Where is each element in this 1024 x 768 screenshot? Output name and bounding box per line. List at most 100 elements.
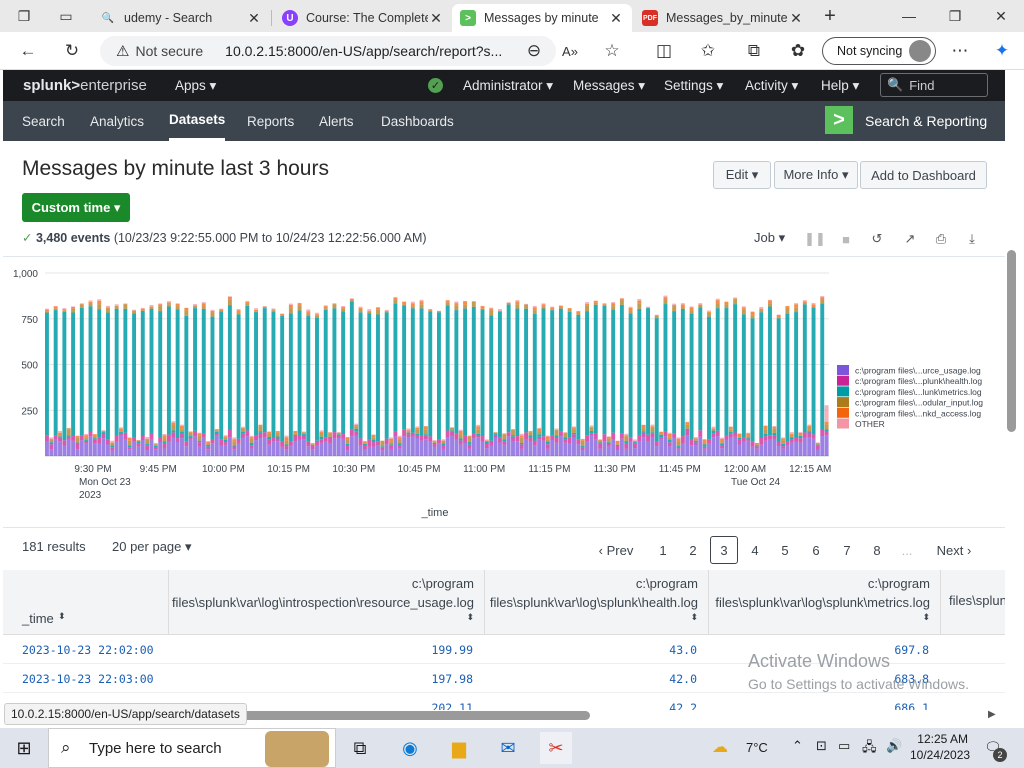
minimize-icon[interactable]: —	[886, 0, 932, 32]
sync-button[interactable]: Not syncing	[822, 37, 936, 65]
next-page-button[interactable]: Next ›	[931, 536, 977, 564]
job-menu[interactable]: Job ▾	[754, 230, 785, 246]
page-button[interactable]: 8	[863, 536, 891, 564]
extensions-icon[interactable]: ✿	[784, 38, 812, 64]
chart-bar-segment	[741, 314, 746, 438]
tab-actions-icon[interactable]: ▭	[46, 0, 86, 32]
page-button[interactable]: 6	[802, 536, 830, 564]
nav-dashboards[interactable]: Dashboards	[381, 101, 454, 141]
taskbar-search[interactable]: ⌕ Type here to search	[48, 728, 336, 768]
zoom-icon[interactable]: ⊖	[520, 38, 548, 64]
page-button[interactable]: 2	[679, 536, 707, 564]
browser-tab-udemy-search[interactable]: 🔍 udemy - Search ✕	[92, 4, 270, 32]
page-button[interactable]: 3	[710, 536, 738, 564]
task-view-icon[interactable]: ⧉	[344, 732, 376, 764]
edge-icon[interactable]: ◉	[394, 732, 426, 764]
find-input[interactable]: 🔍 Find	[880, 73, 988, 97]
read-aloud-icon[interactable]: A»	[556, 38, 584, 64]
refresh-icon[interactable]: ↻	[58, 38, 86, 64]
tray-chevron-icon[interactable]: ⌃	[792, 738, 803, 754]
chart-bar-segment	[524, 432, 529, 440]
more-info-button[interactable]: More Info ▾	[774, 161, 858, 189]
activity-menu[interactable]: Activity ▾	[745, 70, 798, 101]
chart-bar-segment	[58, 436, 62, 438]
close-tab-icon[interactable]: ✕	[246, 10, 262, 27]
page-button[interactable]: 1	[649, 536, 677, 564]
time-cell[interactable]: 2023-10-23 22:02:00	[22, 643, 154, 657]
chart-bar-segment	[45, 311, 49, 313]
snipping-tool-icon[interactable]: ✂	[540, 732, 572, 764]
restore-icon[interactable]: ❐	[932, 0, 978, 32]
nav-alerts[interactable]: Alerts	[319, 101, 354, 141]
print-icon[interactable]: ⎙	[931, 229, 951, 249]
splunk-logo[interactable]: splunk> enterprise	[23, 70, 147, 101]
horizontal-scrollbar[interactable]	[240, 711, 590, 720]
app-name[interactable]: Search & Reporting	[865, 101, 987, 141]
nav-analytics[interactable]: Analytics	[90, 101, 144, 141]
export-icon[interactable]: ⤓	[962, 229, 982, 249]
workspaces-icon[interactable]: ❐	[4, 0, 44, 32]
custom-time-button[interactable]: Custom time ▾	[22, 193, 130, 222]
collections-icon[interactable]: ⧉	[740, 38, 768, 64]
network-icon[interactable]: 🖧	[862, 738, 877, 760]
copilot-icon[interactable]: ✦	[988, 38, 1016, 64]
favorites-icon[interactable]: ✩	[694, 38, 722, 64]
column-header-metrics[interactable]: c:\program files\splunk\var\log\splunk\m…	[709, 570, 941, 635]
time-cell[interactable]: 2023-10-23 22:03:00	[22, 672, 154, 686]
tray-device-icon[interactable]: ⊡	[816, 738, 827, 754]
favorite-star-icon[interactable]: ☆	[598, 38, 626, 64]
file-explorer-icon[interactable]: ▆	[443, 732, 475, 764]
close-window-icon[interactable]: ✕	[978, 0, 1024, 32]
close-tab-icon[interactable]: ✕	[428, 10, 444, 27]
settings-menu[interactable]: Settings ▾	[664, 70, 723, 101]
browser-tab-pdf[interactable]: PDF Messages_by_minute ✕	[634, 4, 812, 32]
chart-bar-segment	[633, 439, 637, 442]
column-header-partial[interactable]: files\splun	[941, 570, 1005, 635]
messages-menu[interactable]: Messages ▾	[573, 70, 645, 101]
page-button[interactable]: 5	[771, 536, 799, 564]
nav-reports[interactable]: Reports	[247, 101, 294, 141]
mail-icon[interactable]: ✉	[492, 732, 524, 764]
page-button[interactable]: 4	[741, 536, 769, 564]
browser-tab-course[interactable]: U Course: The Complete ✕	[274, 4, 452, 32]
chart-bar-segment	[319, 436, 324, 440]
vertical-scrollbar[interactable]	[1007, 250, 1016, 432]
chart-bar-segment	[249, 448, 254, 456]
help-menu[interactable]: Help ▾	[821, 70, 859, 101]
windows-start-icon[interactable]: ⊞	[8, 732, 40, 764]
close-tab-icon[interactable]: ✕	[608, 10, 624, 27]
share-icon[interactable]: ↗	[900, 229, 920, 249]
chart-bar-segment	[236, 314, 241, 439]
chart-bar-segment	[267, 433, 272, 437]
stop-icon[interactable]: ■	[836, 229, 856, 249]
page-button[interactable]: 7	[833, 536, 861, 564]
address-bar[interactable]: ⚠ Not secure 10.0.2.15:8000/en-US/app/se…	[100, 36, 556, 66]
scroll-right-icon[interactable]: ▶	[988, 709, 996, 720]
pause-icon[interactable]: ❚❚	[804, 229, 826, 249]
time-column-header[interactable]: _time ⬍	[3, 570, 169, 635]
apps-menu[interactable]: Apps ▾	[175, 70, 216, 101]
nav-datasets[interactable]: Datasets	[169, 101, 226, 141]
clock[interactable]: 12:25 AM 10/24/2023	[910, 732, 970, 762]
chart-bar-segment	[105, 312, 110, 440]
add-to-dashboard-button[interactable]: Add to Dashboard	[860, 161, 987, 189]
chart-bar-segment	[772, 432, 777, 436]
new-tab-icon[interactable]: +	[812, 0, 848, 32]
battery-icon[interactable]: ▭	[838, 738, 850, 754]
volume-icon[interactable]: 🔊	[886, 738, 902, 754]
nav-search[interactable]: Search	[22, 101, 65, 141]
close-tab-icon[interactable]: ✕	[788, 10, 804, 27]
prev-page-button[interactable]: ‹ Prev	[593, 536, 639, 564]
column-header-resource-usage[interactable]: c:\program files\splunk\var\log\introspe…	[169, 570, 485, 635]
column-header-health[interactable]: c:\program files\splunk\var\log\splunk\h…	[485, 570, 709, 635]
split-screen-icon[interactable]: ◫	[650, 38, 678, 64]
rerun-icon[interactable]: ↺	[867, 229, 887, 249]
edit-button[interactable]: Edit ▾	[713, 161, 771, 189]
per-page-select[interactable]: 20 per page ▾	[112, 539, 192, 555]
administrator-menu[interactable]: Administrator ▾	[463, 70, 553, 101]
back-icon[interactable]: ←	[14, 38, 42, 64]
more-options-icon[interactable]: ⋯	[946, 38, 974, 64]
weather-icon[interactable]: ☁	[712, 737, 728, 757]
chart-bar-segment	[558, 305, 563, 309]
browser-tab-messages[interactable]: > Messages by minute ✕	[452, 4, 632, 32]
